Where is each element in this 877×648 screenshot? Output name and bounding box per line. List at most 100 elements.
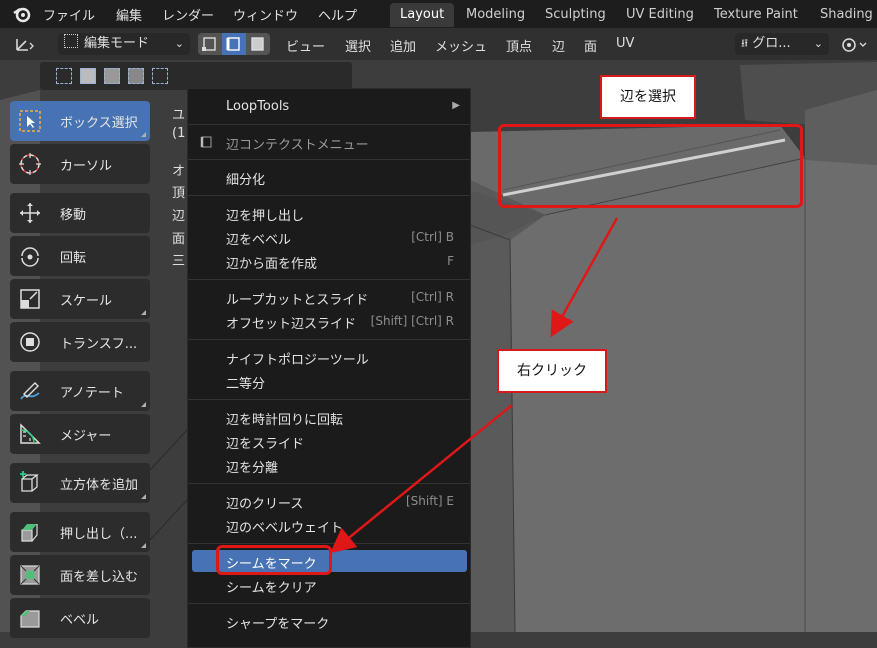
callout-select-edge: 辺を選択: [600, 75, 696, 119]
menu-item-clear-seam[interactable]: シームをクリア: [226, 577, 317, 596]
tool-measure[interactable]: メジャー: [10, 414, 150, 454]
tool-label: トランスフ...: [60, 337, 138, 352]
overlay-text-4: 頂: [172, 186, 186, 201]
overlay-text-3: オ: [172, 164, 186, 179]
tool-more-indicator: [141, 132, 146, 137]
select-invert-icon[interactable]: [128, 68, 144, 84]
menu-item-bisect[interactable]: 二等分: [226, 373, 265, 392]
menu-item-rotate-cw[interactable]: 辺を時計回りに回転: [226, 409, 343, 428]
tool-label: 回転: [60, 251, 87, 266]
menu-edit[interactable]: 編集: [116, 5, 142, 24]
box-select-icon: [19, 110, 41, 132]
shortcut-face: F: [447, 254, 454, 268]
tool-move[interactable]: 移動: [10, 193, 150, 233]
menu-item-subdivide[interactable]: 細分化: [226, 169, 265, 188]
tool-label: アノテート: [60, 386, 124, 401]
tool-transform[interactable]: トランスフ...: [10, 322, 150, 362]
rotate-icon: [21, 247, 39, 267]
chevron-down-icon: ⌄: [813, 37, 823, 50]
menu-item-bevel-edges[interactable]: 辺をベベル: [226, 229, 291, 248]
separator: [188, 159, 470, 160]
select-intersect-icon[interactable]: [152, 68, 168, 84]
overlay-text-7: 三: [172, 254, 186, 269]
top-menu-bar: ファイル 編集 レンダー ウィンドウ ヘルプ Layout Modeling S…: [0, 0, 877, 28]
menu-item-loopcut-slide[interactable]: ループカットとスライド: [226, 289, 368, 308]
tool-extrude[interactable]: 押し出し（...: [10, 512, 150, 552]
menu-item-bevel-weight[interactable]: 辺のベベルウェイト: [226, 517, 343, 536]
tool-label: メジャー: [60, 429, 112, 444]
tool-annotate[interactable]: アノテート: [10, 371, 150, 411]
menu-item-knife-topology[interactable]: ナイフトポロジーツール: [226, 349, 369, 368]
menu-item-offset-slide[interactable]: オフセット辺スライド: [226, 313, 356, 332]
edge-select-mode-button[interactable]: [222, 33, 246, 55]
menu-file[interactable]: ファイル: [43, 5, 95, 24]
edge-mode-icon: [226, 37, 240, 51]
measure-icon: [20, 423, 41, 444]
scale-icon: [20, 289, 40, 309]
menu-item-face-from-edges[interactable]: 辺から面を作成: [226, 253, 317, 272]
menu-help[interactable]: ヘルプ: [318, 5, 357, 24]
header-menu-add[interactable]: 追加: [390, 36, 416, 55]
tool-cursor[interactable]: カーソル: [10, 144, 150, 184]
select-extend-icon[interactable]: [80, 68, 96, 84]
overlay-text-6: 面: [172, 232, 186, 247]
face-select-mode-button[interactable]: [246, 33, 270, 55]
menu-item-edge-crease[interactable]: 辺のクリース: [226, 493, 303, 512]
tool-bevel[interactable]: ベベル: [10, 598, 150, 638]
add-cube-icon: [20, 471, 39, 492]
header-menu-view[interactable]: ビュー: [286, 36, 325, 55]
transform-gizmo-icon[interactable]: [14, 35, 36, 53]
tab-modeling[interactable]: Modeling: [456, 3, 535, 27]
tool-inset[interactable]: 面を差し込む: [10, 555, 150, 595]
tool-label: 押し出し（...: [60, 527, 138, 542]
separator: [188, 279, 470, 280]
header-menu-face[interactable]: 面: [584, 36, 597, 55]
menu-render[interactable]: レンダー: [162, 5, 214, 24]
tool-label: カーソル: [60, 159, 113, 174]
menu-item-extrude-edges[interactable]: 辺を押し出し: [226, 205, 304, 224]
vertex-select-mode-button[interactable]: [198, 33, 222, 55]
menu-item-looptools[interactable]: LoopTools: [226, 99, 289, 114]
menu-item-edge-slide[interactable]: 辺をスライド: [226, 433, 304, 452]
header-menu-select[interactable]: 選択: [345, 36, 371, 55]
menu-item-edge-split[interactable]: 辺を分離: [226, 457, 278, 476]
orientation-icon: ⭿: [741, 37, 749, 50]
tab-uv-editing[interactable]: UV Editing: [616, 3, 704, 27]
mode-dropdown[interactable]: 編集モード ⌄: [58, 33, 190, 55]
pivot-point-dropdown[interactable]: [840, 35, 870, 55]
separator: [188, 543, 470, 544]
blender-logo-icon[interactable]: [12, 4, 32, 24]
tool-box-select[interactable]: ボックス選択: [10, 101, 150, 141]
tool-rotate[interactable]: 回転: [10, 236, 150, 276]
separator: [188, 124, 470, 125]
tab-layout[interactable]: Layout: [390, 3, 455, 27]
pivot-icon: [842, 38, 867, 52]
tool-label: スケール: [60, 294, 113, 309]
edge-menu-icon: [200, 136, 212, 148]
select-new-icon[interactable]: [56, 68, 72, 84]
header-menu-edge[interactable]: 辺: [552, 36, 565, 55]
menu-item-mark-sharp[interactable]: シャープをマーク: [226, 613, 329, 632]
tab-texture-paint[interactable]: Texture Paint: [704, 3, 808, 27]
separator: [188, 399, 470, 400]
transform-orientation-dropdown[interactable]: ⭿ グロ... ⌄: [735, 33, 829, 55]
tool-scale[interactable]: スケール: [10, 279, 150, 319]
header-menu-mesh[interactable]: メッシュ: [435, 36, 487, 55]
tab-sculpting[interactable]: Sculpting: [535, 3, 616, 27]
vertex-mode-icon: [202, 37, 216, 51]
separator: [188, 603, 470, 604]
header-menu-uv[interactable]: UV: [616, 36, 634, 51]
tool-label: 立方体を追加: [60, 478, 139, 493]
header-menu-vertex[interactable]: 頂点: [506, 36, 532, 55]
extrude-icon: [21, 524, 38, 542]
tool-label: 面を差し込む: [60, 570, 139, 585]
shortcut-loopcut: [Ctrl] R: [411, 290, 454, 304]
tool-more-indicator: [141, 543, 146, 548]
edge-highlight-box: [498, 124, 803, 208]
menu-window[interactable]: ウィンドウ: [233, 5, 298, 24]
separator: [188, 483, 470, 484]
tool-add-cube[interactable]: 立方体を追加: [10, 463, 150, 503]
tab-shading[interactable]: Shading: [810, 3, 877, 27]
overlay-text-2: (1: [172, 126, 186, 141]
select-subtract-icon[interactable]: [104, 68, 120, 84]
